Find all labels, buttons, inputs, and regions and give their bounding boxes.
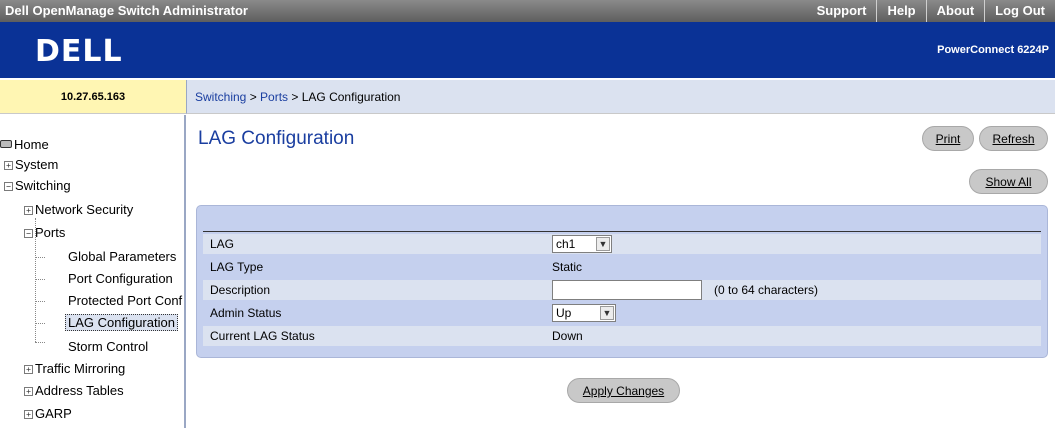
description-hint: (0 to 64 characters) [714, 283, 819, 297]
tree-line [35, 257, 45, 258]
print-button[interactable]: Print [922, 126, 974, 151]
expand-icon[interactable]: + [24, 410, 33, 419]
home-icon [0, 140, 12, 148]
page-title: LAG Configuration [198, 128, 355, 149]
breadcrumb-separator: > [288, 90, 302, 104]
lag-config-panel: LAG ch1 ▼ LAG Type Static Description (0… [196, 205, 1048, 358]
top-bar: Dell OpenManage Switch Administrator Sup… [0, 0, 1055, 22]
lag-row: LAG ch1 ▼ [203, 234, 1041, 254]
nav-tree: Home + System − Switching + Network Securit… [0, 115, 186, 428]
support-link[interactable]: Support [807, 0, 877, 22]
lag-select-value: ch1 [556, 237, 576, 251]
sidebar-item-protected-port[interactable]: Protected Port Conf [68, 291, 182, 311]
admin-status-row: Admin Status Up ▼ [203, 303, 1041, 323]
breadcrumb: Switching > Ports > LAG Configuration [186, 80, 1055, 114]
description-label: Description [210, 283, 271, 297]
logout-link[interactable]: Log Out [984, 0, 1055, 22]
sidebar-item-address-tables[interactable]: + Address Tables [24, 381, 124, 401]
show-all-button[interactable]: Show All [969, 169, 1048, 194]
admin-status-label: Admin Status [210, 306, 282, 320]
apply-changes-button[interactable]: Apply Changes [567, 378, 680, 403]
sidebar-item-lag-configuration[interactable]: LAG Configuration [65, 313, 178, 333]
sidebar-item-global-parameters[interactable]: Global Parameters [68, 247, 176, 267]
breadcrumb-ports[interactable]: Ports [260, 90, 288, 104]
app-title: Dell OpenManage Switch Administrator [5, 3, 248, 18]
description-input[interactable] [552, 280, 702, 300]
sidebar-item-label: Ports [35, 225, 66, 240]
sidebar-item-label: Network Security [35, 202, 134, 217]
dell-logo: DELL [35, 34, 123, 69]
description-row: Description (0 to 64 characters) [203, 280, 1041, 300]
collapse-icon[interactable]: − [24, 229, 33, 238]
current-status-label: Current LAG Status [210, 329, 315, 343]
sidebar-item-storm-control[interactable]: Storm Control [68, 337, 148, 357]
sidebar-item-label: Global Parameters [68, 249, 177, 264]
sidebar-item-label: Home [14, 137, 49, 152]
tree-line [35, 323, 45, 324]
sidebar-item-switching[interactable]: − Switching [4, 176, 71, 196]
current-status-row: Current LAG Status Down [203, 326, 1041, 346]
sidebar-item-port-configuration[interactable]: Port Configuration [68, 269, 173, 289]
sidebar-item-traffic-mirroring[interactable]: + Traffic Mirroring [24, 359, 125, 379]
expand-icon[interactable]: + [4, 161, 13, 170]
collapse-icon[interactable]: − [4, 182, 13, 191]
expand-icon[interactable]: + [24, 365, 33, 374]
current-status-value: Down [552, 329, 583, 343]
expand-icon[interactable]: + [24, 206, 33, 215]
banner: DELL PowerConnect 6224P [0, 22, 1055, 78]
model-name: PowerConnect 6224P [937, 44, 1049, 56]
lag-type-label: LAG Type [210, 260, 264, 274]
lag-type-value: Static [552, 260, 583, 274]
lag-label: LAG [210, 237, 235, 251]
tree-line [35, 342, 45, 343]
sidebar-item-label: System [15, 157, 59, 172]
tree-line [35, 301, 45, 302]
chevron-down-icon: ▼ [596, 237, 610, 251]
sidebar-item-label: Port Configuration [68, 271, 173, 286]
admin-status-select[interactable]: Up ▼ [552, 304, 616, 322]
sidebar-item-label: LAG Configuration [65, 314, 178, 331]
refresh-button[interactable]: Refresh [979, 126, 1048, 151]
breadcrumb-current: LAG Configuration [301, 90, 401, 104]
sidebar-item-home[interactable]: Home [0, 135, 49, 155]
sidebar-item-label: Storm Control [68, 339, 149, 354]
chevron-down-icon: ▼ [600, 306, 614, 320]
sidebar-item-label: Address Tables [35, 383, 124, 398]
breadcrumb-switching[interactable]: Switching [195, 90, 246, 104]
panel-divider [203, 231, 1041, 232]
device-ip: 10.27.65.163 [0, 80, 186, 114]
lag-select[interactable]: ch1 ▼ [552, 235, 612, 253]
sidebar-item-network-security[interactable]: + Network Security [24, 200, 133, 220]
sidebar-item-system[interactable]: + System [4, 155, 58, 175]
admin-status-value: Up [556, 306, 572, 320]
sidebar-item-ports[interactable]: − Ports [24, 223, 65, 243]
sidebar-item-garp[interactable]: + GARP [24, 404, 72, 424]
sidebar-item-label: Protected Port Conf [68, 293, 183, 308]
help-link[interactable]: Help [876, 0, 925, 22]
top-links: Support Help About Log Out [807, 0, 1055, 22]
sidebar-item-label: Traffic Mirroring [35, 361, 126, 376]
sidebar-item-label: Switching [15, 178, 71, 193]
breadcrumb-separator: > [246, 90, 261, 104]
lag-type-row: LAG Type Static [203, 257, 1041, 277]
about-link[interactable]: About [925, 0, 985, 22]
expand-icon[interactable]: + [24, 387, 33, 396]
sidebar-item-label: GARP [35, 406, 72, 421]
tree-line [35, 279, 45, 280]
